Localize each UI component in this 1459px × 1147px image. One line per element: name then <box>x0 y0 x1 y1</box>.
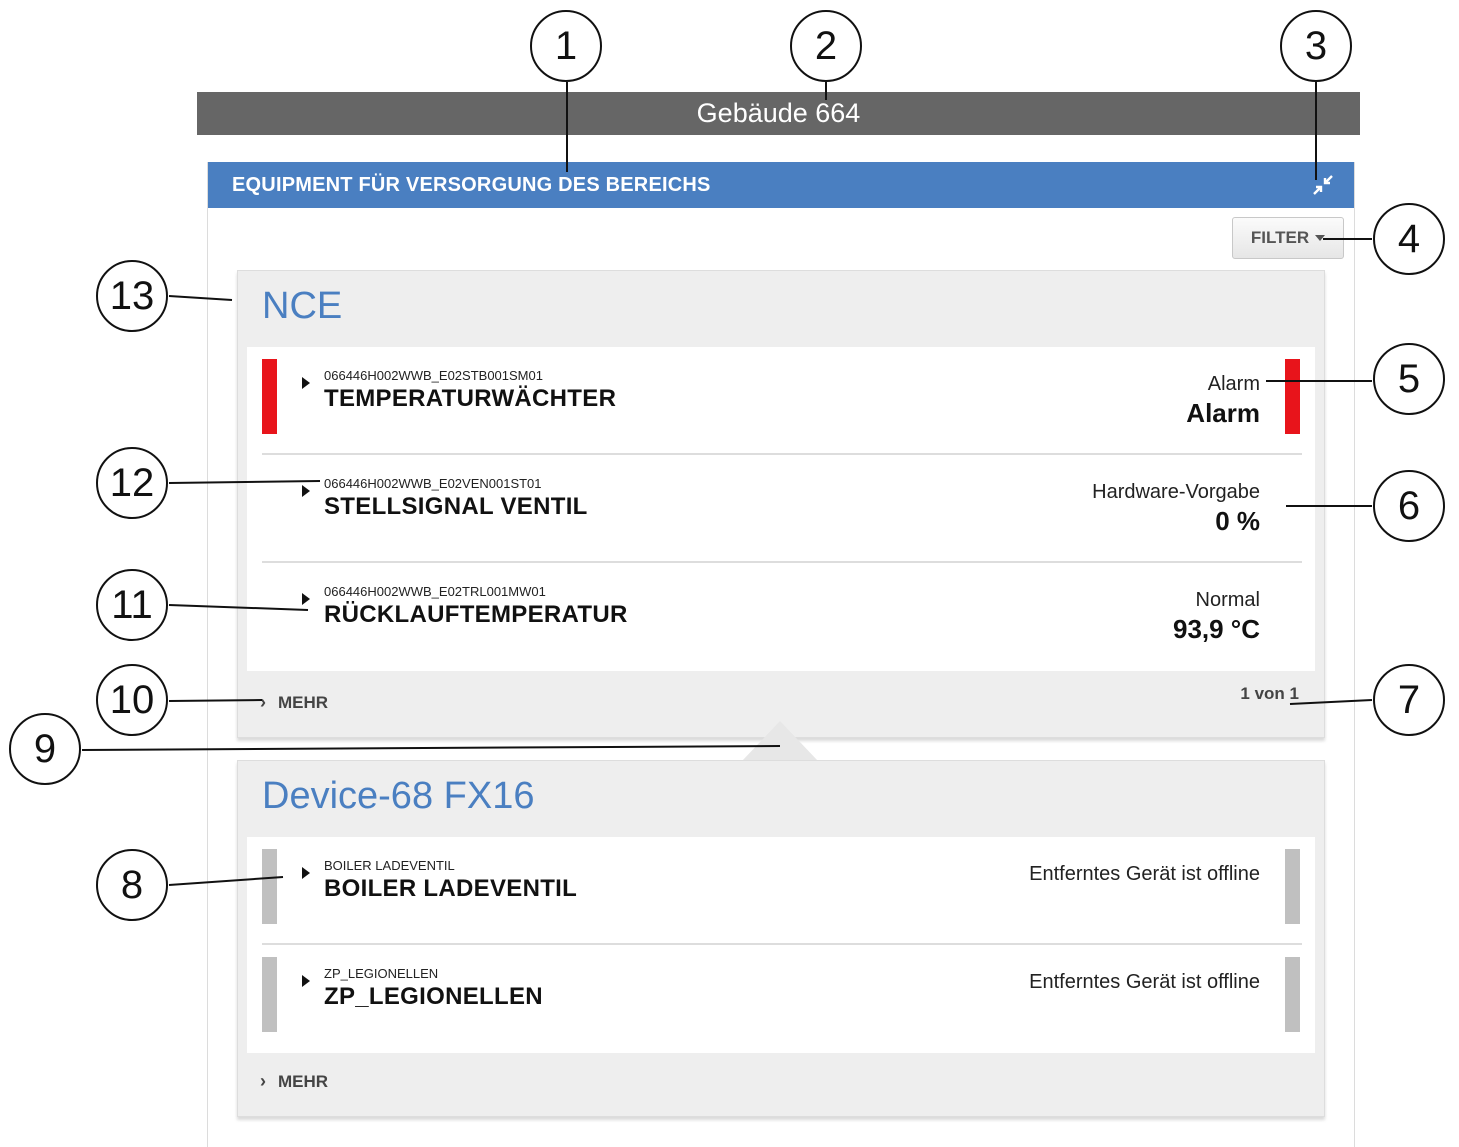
callout-13: 13 <box>96 260 168 332</box>
callout-11: 11 <box>96 569 168 641</box>
callout-2: 2 <box>790 10 862 82</box>
callout-5: 5 <box>1373 343 1445 415</box>
callout-7: 7 <box>1373 664 1445 736</box>
callout-10: 10 <box>96 664 168 736</box>
callout-leader-lines <box>81 82 1373 886</box>
callout-4: 4 <box>1373 203 1445 275</box>
callout-12: 12 <box>96 447 168 519</box>
callout-8: 8 <box>96 849 168 921</box>
callout-9: 9 <box>9 713 81 785</box>
callout-1: 1 <box>530 10 602 82</box>
callout-3: 3 <box>1280 10 1352 82</box>
callout-6: 6 <box>1373 470 1445 542</box>
